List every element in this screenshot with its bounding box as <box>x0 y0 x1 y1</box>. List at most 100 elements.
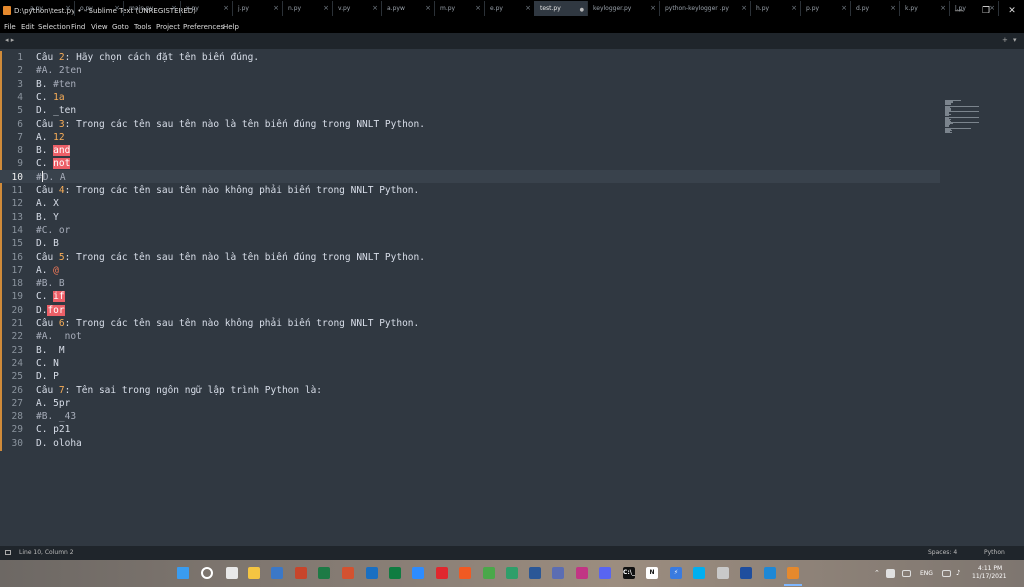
code-line[interactable]: 30 D. oloha <box>0 437 940 450</box>
menu-find[interactable]: Find <box>71 23 85 32</box>
close-tab-icon[interactable]: × <box>475 4 481 12</box>
tab-a-py[interactable]: a.py × <box>24 1 75 16</box>
code-text[interactable]: #A. 2ten <box>36 64 82 77</box>
code-line[interactable]: 14 #C. or <box>0 224 940 237</box>
windows-start-icon[interactable] <box>177 567 189 579</box>
syntax-mode[interactable]: Python <box>984 549 1005 557</box>
close-tab-icon[interactable]: × <box>114 4 120 12</box>
menu-help[interactable]: Help <box>223 23 239 32</box>
code-text[interactable]: D. oloha <box>36 437 82 450</box>
code-line[interactable]: 13 B. Y <box>0 211 940 224</box>
file-explorer-icon[interactable] <box>248 567 260 579</box>
code-line[interactable]: 25 D. P <box>0 370 940 383</box>
menu-view[interactable]: View <box>91 23 108 32</box>
opera-icon[interactable] <box>436 567 448 579</box>
code-line[interactable]: 16 Câu 5: Trong các tên sau tên nào là tê… <box>0 251 940 264</box>
tab-o-py[interactable]: o.py × <box>74 1 124 16</box>
panel-toggle-icon[interactable] <box>5 550 11 555</box>
clock-time[interactable]: 4:11 PM <box>978 565 1002 573</box>
code-text[interactable]: A. 12 <box>36 131 65 144</box>
settings-icon[interactable] <box>717 567 729 579</box>
tab-main-py[interactable]: main.py × <box>123 1 181 16</box>
menu-selection[interactable]: Selection <box>38 23 70 32</box>
code-line[interactable]: 19 C. if <box>0 290 940 303</box>
tab-keylogger-py[interactable]: keylogger.py × <box>587 1 660 16</box>
tab-python-keylogger-py[interactable]: python-keylogger .py × <box>659 1 751 16</box>
chrome-icon[interactable] <box>483 567 495 579</box>
word-app-icon[interactable] <box>740 567 752 579</box>
close-tab-icon[interactable]: × <box>989 4 995 12</box>
close-tab-icon[interactable]: × <box>425 4 431 12</box>
code-text[interactable]: #B. B <box>36 277 65 290</box>
code-text[interactable]: B. Y <box>36 211 59 224</box>
tab-a-pyw[interactable]: a.pyw × <box>381 1 435 16</box>
code-line[interactable]: 11 Câu 4: Trong các tên sau tên nào không… <box>0 184 940 197</box>
close-button[interactable]: ✕ <box>999 4 1024 18</box>
code-line[interactable]: 7 A. 12 <box>0 131 940 144</box>
folder-icon[interactable] <box>271 567 283 579</box>
tab-n-py[interactable]: n.py × <box>282 1 333 16</box>
tab-x-py[interactable]: x.py × <box>180 1 233 16</box>
code-line[interactable]: 5 D. _ten <box>0 104 940 117</box>
code-line[interactable]: 17 A. @ <box>0 264 940 277</box>
close-tab-icon[interactable]: × <box>791 4 797 12</box>
close-tab-icon[interactable]: × <box>372 4 378 12</box>
unsaved-dot-icon[interactable]: ● <box>580 6 584 14</box>
code-text[interactable]: D.for <box>36 304 65 317</box>
code-line[interactable]: 23 B. M <box>0 344 940 357</box>
instagram-icon[interactable] <box>576 567 588 579</box>
notion-icon[interactable]: N <box>646 567 658 579</box>
code-text[interactable]: #C. or <box>36 224 70 237</box>
close-tab-icon[interactable]: × <box>650 4 656 12</box>
antivirus-tray-icon[interactable] <box>886 569 895 578</box>
network-icon[interactable] <box>942 570 951 577</box>
menu-tools[interactable]: Tools <box>134 23 151 32</box>
code-line[interactable]: 27 A. 5pr <box>0 397 940 410</box>
discord-icon[interactable] <box>599 567 611 579</box>
menu-file[interactable]: File <box>4 23 16 32</box>
cmd-icon[interactable]: C:\_ <box>623 567 635 579</box>
code-line[interactable]: 21 Câu 6: Trong các tên sau tên nào không… <box>0 317 940 330</box>
code-text[interactable]: A. @ <box>36 264 59 277</box>
menu-project[interactable]: Project <box>156 23 180 32</box>
close-tab-icon[interactable]: × <box>890 4 896 12</box>
code-line[interactable]: 10 #D. A <box>0 170 940 184</box>
close-tab-icon[interactable]: × <box>65 4 71 12</box>
code-text[interactable]: A. 5pr <box>36 397 70 410</box>
tab-list-button[interactable]: ▾ <box>1013 36 1017 45</box>
code-text[interactable]: C. 1a <box>36 91 65 104</box>
tab-scroll-arrows[interactable]: ◂ ▸ <box>5 36 14 45</box>
code-line[interactable]: 28 #B. _43 <box>0 410 940 423</box>
code-text[interactable]: #B. _43 <box>36 410 76 423</box>
close-tab-icon[interactable]: × <box>940 4 946 12</box>
code-text[interactable]: Câu 6: Trong các tên sau tên nào không p… <box>36 317 419 330</box>
tab-m-py[interactable]: m.py × <box>434 1 485 16</box>
tab-h-py[interactable]: h.py × <box>750 1 801 16</box>
code-line[interactable]: 15 D. B <box>0 237 940 250</box>
skype-icon[interactable] <box>693 567 705 579</box>
code-text[interactable]: Câu 5: Trong các tên sau tên nào là tên … <box>36 251 425 264</box>
code-line[interactable]: 6 Câu 3: Trong các tên sau tên nào là tên… <box>0 118 940 131</box>
code-text[interactable]: C. N <box>36 357 59 370</box>
clock-date[interactable]: 11/17/2021 <box>972 573 1007 581</box>
messenger-icon[interactable]: ⚡ <box>670 567 682 579</box>
code-line[interactable]: 20 D.for <box>0 304 940 317</box>
photos-icon[interactable] <box>552 567 564 579</box>
code-line[interactable]: 24 C. N <box>0 357 940 370</box>
code-text[interactable]: B. #ten <box>36 78 76 91</box>
code-text[interactable]: D. B <box>36 237 59 250</box>
menu-goto[interactable]: Goto <box>112 23 129 32</box>
vscode-icon[interactable] <box>764 567 776 579</box>
new-tab-button[interactable]: + <box>1002 36 1008 45</box>
brave-icon[interactable] <box>459 567 471 579</box>
code-text[interactable]: Câu 4: Trong các tên sau tên nào không p… <box>36 184 419 197</box>
code-line[interactable]: 29 C. p21 <box>0 423 940 436</box>
close-tab-icon[interactable]: × <box>273 4 279 12</box>
code-text[interactable]: #D. A <box>36 170 66 184</box>
language-indicator[interactable]: ENG <box>920 570 933 578</box>
code-text[interactable]: Câu 2: Hãy chọn cách đặt tên biến đúng. <box>36 51 259 64</box>
code-line[interactable]: 9 C. not <box>0 157 940 170</box>
powerpoint-icon[interactable] <box>295 567 307 579</box>
excel-icon[interactable] <box>318 567 330 579</box>
tab-k-py[interactable]: k.py × <box>899 1 950 16</box>
